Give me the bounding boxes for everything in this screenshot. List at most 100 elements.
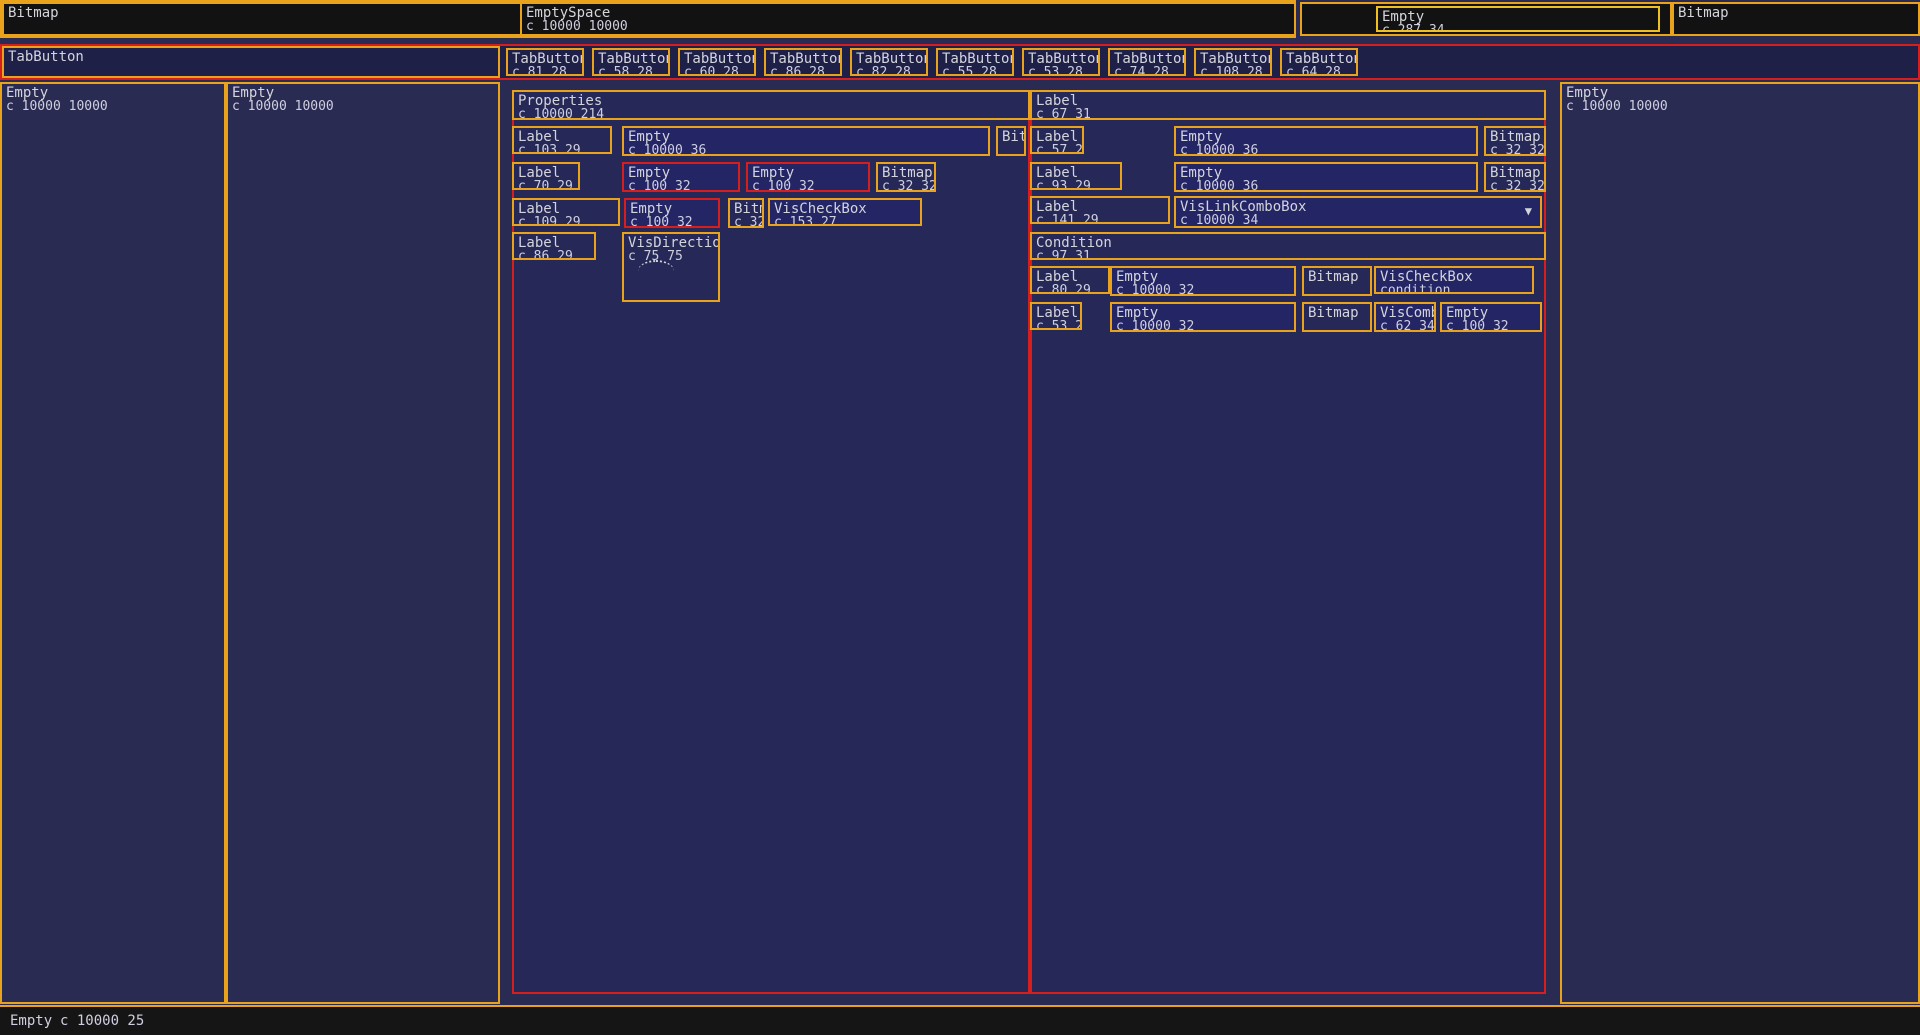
search-input[interactable]: Empty c 287 34 <box>1376 6 1660 32</box>
right-row-1-field-size: c 10000 36 <box>1180 143 1259 156</box>
left-row-3-label-size: c 109 29 <box>518 215 581 226</box>
right-row-3-label-size: c 141 29 <box>1036 213 1099 224</box>
tab-button[interactable]: TabButton c 58 28 <box>592 48 670 76</box>
left-row-3-field-size: c 100 32 <box>630 215 693 228</box>
right-row-6-field[interactable]: Empty c 10000 32 <box>1110 302 1296 332</box>
tab-button[interactable]: TabButton c 86 28 <box>764 48 842 76</box>
left-row-2-bitmap[interactable]: Bitmap c 32 32 <box>876 162 936 192</box>
left-row-1-label-size: c 103 29 <box>518 143 581 154</box>
right-row-6-field2[interactable]: Empty c 100 32 <box>1440 302 1542 332</box>
walkable-checkbox[interactable]: VisCheckBox c 153 27 <box>768 198 922 226</box>
right-row-3-label: Label c 141 29 <box>1030 196 1170 224</box>
editor-right-header-size: c 67 31 <box>1036 107 1091 120</box>
left-row-1-field[interactable]: Empty c 10000 36 <box>622 126 990 156</box>
left-row-1-label: Label c 103 29 <box>512 126 612 154</box>
tab-button[interactable]: TabButton c 55 28 <box>936 48 1014 76</box>
right-row-2-field[interactable]: Empty c 10000 36 <box>1174 162 1478 192</box>
right-bitmaps: Bitmap <box>1672 2 1920 36</box>
left-row-3-field[interactable]: Empty c 100 32 <box>624 198 720 228</box>
vis-combo[interactable]: VisComboBox c 62 34 <box>1374 302 1436 332</box>
right-row-2-label: Label c 93 29 <box>1030 162 1122 190</box>
left-row-1-bitmap-text: Bitmap <box>1002 129 1026 145</box>
status-bar: Empty c 10000 25 <box>0 1005 1920 1035</box>
tab-button-size: c 60 28 <box>684 65 739 76</box>
tab-button[interactable]: TabButton c 60 28 <box>678 48 756 76</box>
editor-right-header: Label c 67 31 <box>1030 90 1546 120</box>
tab-button-size: c 82 28 <box>856 65 911 76</box>
left-row-2-field-size: c 100 32 <box>628 179 691 192</box>
right-row-2-bitmaps-size: c 32 32 <box>1490 179 1545 192</box>
tab-button[interactable]: TabButton c 82 28 <box>850 48 928 76</box>
right-panel: Empty c 10000 10000 <box>1560 82 1920 1004</box>
direction-control[interactable]: VisDirectionCtrl c 75 75 <box>622 232 720 302</box>
chevron-down-icon: ▼ <box>1524 204 1532 218</box>
left-row-2-field[interactable]: Empty c 100 32 <box>622 162 740 192</box>
tab-button[interactable]: TabButton c 108 28 <box>1194 48 1272 76</box>
left-panel-b: Empty c 10000 10000 <box>226 82 500 1004</box>
empty-space-size: c 10000 10000 <box>526 19 628 34</box>
left-row-3-bitmap-size: c 32 32 <box>734 215 764 228</box>
right-row-5-label: Label c 80 29 <box>1030 266 1110 294</box>
tab-button-size: c 81 28 <box>512 65 567 76</box>
tab-button-size: c 108 28 <box>1200 65 1263 76</box>
condition-checkbox-text: condition <box>1380 283 1451 294</box>
condition-header-size: c 97 31 <box>1036 249 1091 260</box>
vis-link-combo[interactable]: VisLinkComboBox c 10000 34 ▼ <box>1174 196 1542 228</box>
left-row-2-bitmap-size: c 32 32 <box>882 179 936 192</box>
right-row-6-bitmap-text: Bitmap <box>1308 305 1359 321</box>
left-tab-label[interactable]: TabButton <box>8 49 84 65</box>
bitmap-label: Bitmap <box>8 5 59 21</box>
search-size: c 287 34 <box>1382 23 1445 32</box>
right-row-2-field-size: c 10000 36 <box>1180 179 1259 192</box>
left-row-4-label: Label c 86 29 <box>512 232 596 260</box>
right-bitmap-label: Bitmap <box>1678 5 1729 21</box>
right-row-1-bitmaps-size: c 32 32 <box>1490 143 1545 156</box>
tab-button-size: c 53 28 <box>1028 65 1083 76</box>
right-row-5-label-size: c 80 29 <box>1036 283 1091 294</box>
tab-button-size: c 74 28 <box>1114 65 1169 76</box>
tab-button[interactable]: TabButton c 81 28 <box>506 48 584 76</box>
direction-control-size: c 75 75 <box>628 249 683 264</box>
right-row-1-bitmaps[interactable]: Bitmap c 32 32 <box>1484 126 1546 156</box>
condition-header: Condition c 97 31 <box>1030 232 1546 260</box>
left-row-2-label-size: c 70 29 <box>518 179 573 190</box>
right-panel-size: c 10000 10000 <box>1566 99 1668 114</box>
tab-button-size: c 55 28 <box>942 65 997 76</box>
right-row-6-label-size: c 53 29 <box>1036 319 1080 330</box>
editor-left-header: Properties c 10000 214 <box>512 90 1030 120</box>
right-row-1-field[interactable]: Empty c 10000 36 <box>1174 126 1478 156</box>
right-row-5-bitmap-text: Bitmap <box>1308 269 1359 285</box>
left-row-2-field2[interactable]: Empty c 100 32 <box>746 162 870 192</box>
tab-button-size: c 64 28 <box>1286 65 1341 76</box>
left-panel-a: Empty c 10000 10000 <box>0 82 226 1004</box>
right-row-1-label: Label c 57 29 <box>1030 126 1084 154</box>
right-row-5-bitmap[interactable]: Bitmap <box>1302 266 1372 296</box>
right-row-5-field-size: c 10000 32 <box>1116 283 1195 296</box>
vis-combo-size: c 62 34 <box>1380 319 1435 332</box>
left-row-1-field-size: c 10000 36 <box>628 143 707 156</box>
left-row-3-bitmap[interactable]: Bitmap c 32 32 <box>728 198 764 228</box>
left-row-3-label: Label c 109 29 <box>512 198 620 226</box>
right-row-1-label-size: c 57 29 <box>1036 143 1083 154</box>
right-row-6-bitmap[interactable]: Bitmap <box>1302 302 1372 332</box>
tab-button-size: c 86 28 <box>770 65 825 76</box>
direction-dial-icon <box>638 260 674 282</box>
tab-button[interactable]: TabButton c 64 28 <box>1280 48 1358 76</box>
right-row-5-field[interactable]: Empty c 10000 32 <box>1110 266 1296 296</box>
left-panel-b-size: c 10000 10000 <box>232 99 334 114</box>
right-row-2-bitmaps[interactable]: Bitmap c 32 32 <box>1484 162 1546 192</box>
left-row-1-bitmap[interactable]: Bitmap <box>996 126 1026 156</box>
tab-button[interactable]: TabButton c 53 28 <box>1022 48 1100 76</box>
condition-checkbox[interactable]: VisCheckBox condition <box>1374 266 1534 294</box>
right-row-6-field2-size: c 100 32 <box>1446 319 1509 332</box>
right-row-2-label-size: c 93 29 <box>1036 179 1091 190</box>
walkable-checkbox-size: c 153 27 <box>774 215 837 226</box>
right-row-6-field-size: c 10000 32 <box>1116 319 1195 332</box>
empty-space: EmptySpace c 10000 10000 <box>520 2 1296 36</box>
left-panel-a-size: c 10000 10000 <box>6 99 108 114</box>
bitmap-row: Bitmap <box>2 2 522 36</box>
status-size: c 10000 25 <box>60 1013 145 1029</box>
right-row-6-label: Label c 53 29 <box>1030 302 1082 330</box>
status-label: Empty <box>10 1013 53 1029</box>
tab-button[interactable]: TabButton c 74 28 <box>1108 48 1186 76</box>
